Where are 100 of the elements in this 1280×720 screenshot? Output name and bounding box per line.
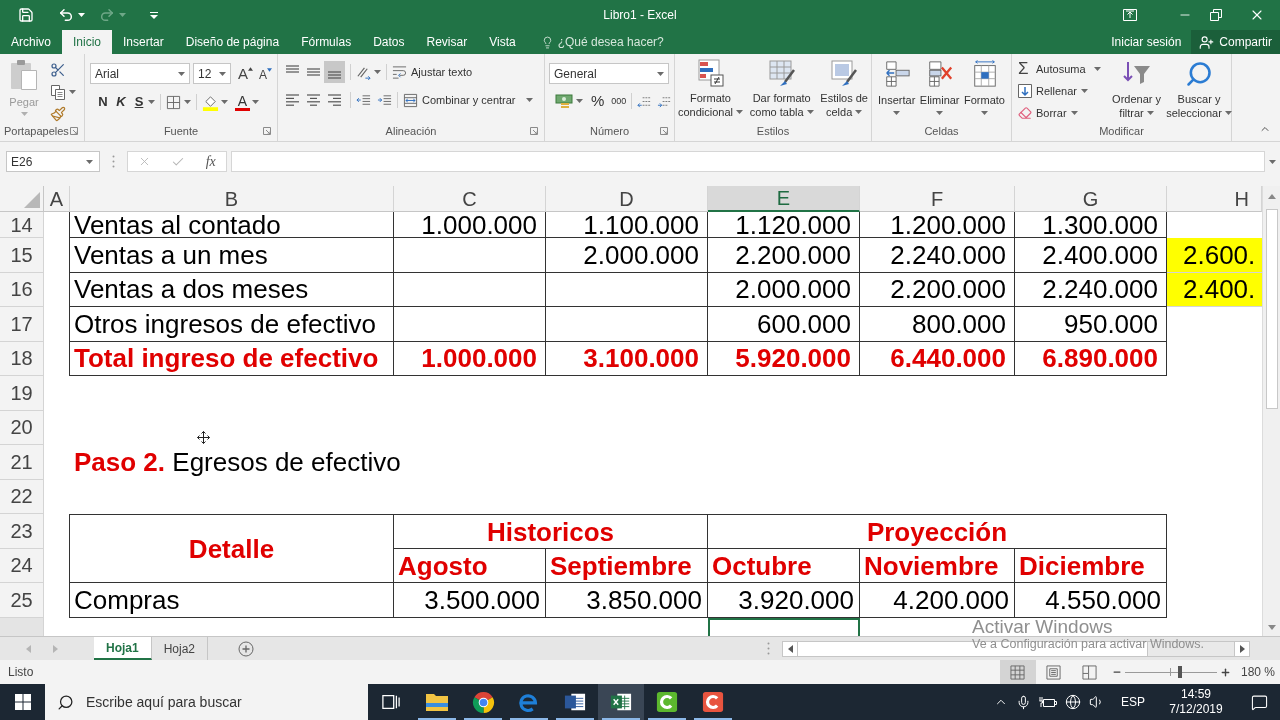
italic-button[interactable]: K (112, 92, 130, 112)
clock[interactable]: 14:59 7/12/2019 (1165, 687, 1227, 717)
customize-toolbar-icon[interactable] (150, 11, 158, 19)
menu-tab[interactable]: Fórmulas (290, 30, 363, 54)
scroll-left-icon[interactable] (787, 644, 793, 653)
caret-icon[interactable] (576, 99, 583, 103)
row-header[interactable]: 16 (0, 272, 44, 307)
row-header[interactable]: 14 (0, 212, 44, 238)
caret-icon[interactable] (221, 100, 228, 104)
underline-button[interactable]: S (130, 92, 148, 112)
decrease-indent-icon[interactable] (356, 92, 371, 108)
fill-color-icon[interactable] (202, 93, 219, 111)
vertical-scrollbar[interactable] (1262, 186, 1280, 636)
column-header[interactable]: G (1015, 186, 1167, 212)
bold-button[interactable]: N (94, 92, 112, 112)
zoom-thumb[interactable] (1178, 666, 1183, 678)
row-header[interactable]: 25 (0, 583, 44, 618)
dialog-launcher-icon[interactable] (70, 127, 78, 135)
scroll-right-icon[interactable] (1239, 644, 1245, 653)
sign-in-link[interactable]: Iniciar sesión (1111, 33, 1182, 51)
caret-icon[interactable] (69, 90, 76, 94)
cells-button[interactable]: Insertar (878, 60, 916, 115)
format-painter-icon[interactable] (50, 106, 66, 122)
column-header[interactable]: E (708, 186, 860, 212)
row-header[interactable]: 21 (0, 445, 44, 480)
add-sheet-icon[interactable] (238, 640, 255, 657)
row-header[interactable]: 22 (0, 479, 44, 514)
sort-filter-button[interactable]: Ordenar y filtrar (1108, 60, 1165, 121)
caret-icon[interactable] (78, 13, 85, 17)
dialog-launcher-icon[interactable] (263, 127, 271, 135)
caret-icon[interactable] (374, 70, 381, 74)
view-button[interactable] (999, 660, 1036, 684)
battery-icon[interactable] (1039, 696, 1057, 708)
menu-tab[interactable]: Diseño de página (174, 30, 291, 54)
zoom-in-icon[interactable] (1219, 666, 1231, 678)
sheet-tab[interactable]: Hoja1 (94, 637, 152, 660)
ribbon-display-icon[interactable] (1123, 9, 1137, 21)
copy-icon[interactable] (50, 84, 66, 100)
row-header[interactable]: 18 (0, 341, 44, 376)
share-button[interactable]: Compartir (1191, 30, 1280, 54)
name-box[interactable]: E26 (6, 151, 100, 172)
microphone-icon[interactable] (1016, 694, 1031, 710)
scroll-up-icon[interactable] (1267, 194, 1276, 199)
autosum-button[interactable]: Σ Autosuma (1018, 60, 1109, 77)
scissors-icon[interactable] (50, 62, 66, 78)
column-header[interactable]: C (394, 186, 546, 212)
caret-icon[interactable] (184, 100, 191, 104)
scrollbar-thumb[interactable] (798, 641, 1148, 656)
column-header[interactable]: A (44, 186, 70, 212)
dialog-launcher-icon[interactable] (660, 127, 668, 135)
restore-icon[interactable] (1210, 9, 1222, 21)
shrink-font-button[interactable]: A (259, 67, 273, 82)
increase-indent-icon[interactable] (377, 92, 392, 108)
formula-input[interactable] (231, 151, 1265, 172)
globe-icon[interactable] (1065, 694, 1081, 710)
horizontal-scrollbar[interactable] (782, 640, 1250, 657)
borders-icon[interactable] (166, 94, 181, 110)
row-header[interactable]: 20 (0, 410, 44, 445)
caret-icon[interactable] (1269, 160, 1276, 164)
language-indicator[interactable]: ESP (1121, 693, 1145, 711)
styles-button[interactable]: Estilos de celda (820, 58, 868, 119)
cells-button[interactable]: Formato (964, 60, 1005, 115)
scroll-down-icon[interactable] (1267, 625, 1276, 630)
grow-font-button[interactable]: A (238, 65, 253, 82)
split-handle-icon[interactable] (767, 642, 770, 655)
zoom-level[interactable]: 180 % (1240, 663, 1275, 681)
clear-button[interactable]: Borrar (1018, 104, 1109, 121)
fill-button[interactable]: Rellenar (1018, 82, 1109, 99)
row-header[interactable]: 17 (0, 307, 44, 342)
number-format-dropdown[interactable]: General (549, 63, 669, 84)
zoom-slider[interactable] (1124, 665, 1217, 679)
menu-tab[interactable]: Vista (478, 30, 527, 54)
menu-tab[interactable]: Datos (362, 30, 416, 54)
find-select-button[interactable]: Buscar y seleccionar (1167, 60, 1231, 121)
thousands-button[interactable]: 000 (611, 96, 627, 106)
caret-icon[interactable] (252, 100, 259, 104)
wrap-text-button[interactable]: Ajustar texto (392, 63, 473, 81)
merge-center-button[interactable]: Combinar y centrar (403, 91, 533, 109)
font-color-button[interactable]: A (235, 93, 250, 111)
windows-logo-icon[interactable] (14, 694, 31, 710)
row-header[interactable]: 15 (0, 238, 44, 273)
column-header[interactable]: D (546, 186, 708, 212)
drag-handle-icon[interactable] (112, 155, 115, 168)
cells-button[interactable]: Eliminar (919, 60, 960, 115)
search-box[interactable]: Escribe aquí para buscar (45, 684, 368, 720)
percent-button[interactable]: % (591, 93, 605, 109)
currency-icon[interactable] (555, 93, 573, 109)
menu-tab[interactable]: Inicio (62, 30, 113, 54)
menu-tab[interactable]: Archivo (0, 30, 62, 54)
column-header[interactable]: H (1167, 186, 1262, 212)
taskbar-app[interactable] (598, 684, 644, 720)
font-size-dropdown[interactable]: 12 (193, 63, 231, 84)
vertical-align-button[interactable] (324, 61, 345, 83)
save-icon[interactable] (18, 7, 34, 23)
notifications-icon[interactable] (1251, 693, 1268, 711)
row-header[interactable]: 24 (0, 548, 44, 583)
dialog-launcher-icon[interactable] (530, 127, 538, 135)
styles-button[interactable]: Formato condicional (678, 58, 744, 119)
undo-icon[interactable] (58, 7, 74, 23)
font-name-dropdown[interactable]: Arial (90, 63, 190, 84)
